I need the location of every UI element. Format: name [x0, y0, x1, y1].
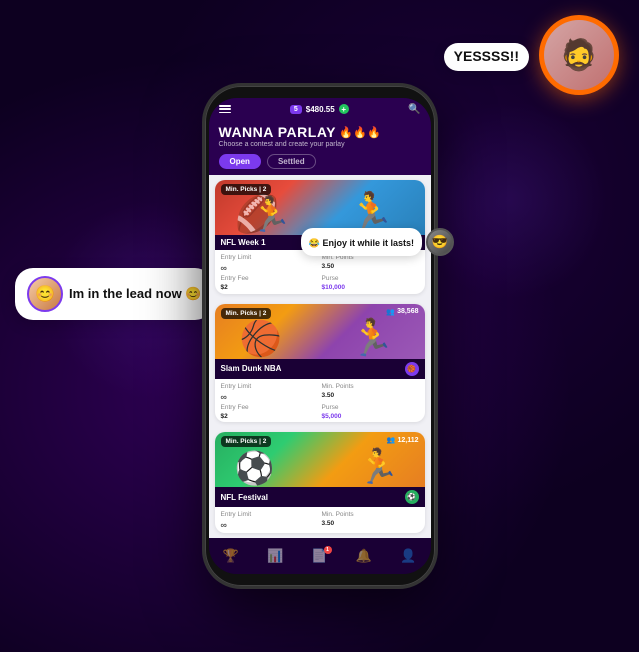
nav-trophy[interactable]: 🏆 — [223, 548, 239, 564]
card-label-3: Min. Picks | 2 — [221, 436, 272, 447]
chat-bubble-lead: 😊 Im in the lead now 😊 — [15, 268, 213, 320]
trophy-icon: 🏆 — [223, 548, 239, 564]
notifications-icon: 🔔 — [356, 548, 372, 564]
enjoy-bubble: 😂 Enjoy it while it lasts! — [301, 228, 422, 256]
yessss-bubble: YESSSS!! — [444, 43, 529, 71]
nav-notifications[interactable]: 🔔 — [356, 548, 372, 564]
app-title: WANNA PARLAY 🔥🔥🔥 — [219, 124, 421, 140]
filter-tabs: Open Settled — [209, 154, 431, 175]
profile-icon: 👤 — [400, 548, 416, 564]
card-image-festival: ⚽ 🏃 Min. Picks | 2 👥 12,112 — [215, 432, 425, 487]
card-label-1: Min. Picks | 2 — [221, 184, 272, 195]
chat-avatar-1: 😊 — [27, 276, 63, 312]
enjoy-bubble-text: 😂 Enjoy it while it lasts! — [309, 238, 414, 248]
contest-card-nba[interactable]: 🏀 🏃 Min. Picks | 2 👥 38,568 Slam Dunk NB… — [215, 304, 425, 423]
status-bar: 5 $480.55 + 🔍 — [209, 98, 431, 120]
app-subtitle: Choose a contest and create your parlay — [219, 141, 421, 148]
status-bar-center: 5 $480.55 + — [290, 104, 349, 114]
filter-open[interactable]: Open — [219, 154, 261, 169]
card-title-bar-3: NFL Festival ⚽ — [215, 487, 425, 507]
tickets-badge: 1 — [324, 546, 332, 554]
phone-wrapper: 5 $480.55 + 🔍 WANNA PARLAY 🔥🔥🔥 Choose a … — [205, 86, 435, 586]
card-label-2: Min. Picks | 2 — [221, 308, 272, 319]
hamburger-icon[interactable] — [219, 105, 231, 113]
contest-card-festival[interactable]: ⚽ 🏃 Min. Picks | 2 👥 12,112 NFL Festival… — [215, 432, 425, 533]
sport-icon-soccer: ⚽ — [405, 490, 419, 504]
card-title-bar-2: Slam Dunk NBA 🏀 — [215, 359, 425, 379]
sport-icon-nba: 🏀 — [405, 362, 419, 376]
enjoy-bubble-container: 😂 Enjoy it while it lasts! 😎 — [301, 228, 454, 256]
nav-profile[interactable]: 👤 — [400, 548, 416, 564]
nav-stats[interactable]: 📊 — [267, 548, 283, 564]
add-funds-button[interactable]: + — [339, 104, 349, 114]
card-details-1: Entry Limit Min. Points ∞ 3.50 Entry Fee… — [215, 250, 425, 294]
filter-settled[interactable]: Settled — [267, 154, 316, 169]
status-bar-left — [219, 105, 231, 113]
phone-screen: 5 $480.55 + 🔍 WANNA PARLAY 🔥🔥🔥 Choose a … — [209, 98, 431, 574]
nav-tickets[interactable]: 📄 1 — [311, 548, 327, 564]
card-details-3: Entry Limit Min. Points ∞ 3.50 — [215, 507, 425, 533]
big-avatar-ring: 🧔 — [539, 15, 619, 95]
search-icon[interactable]: 🔍 — [408, 104, 420, 115]
fire-emojis: 🔥🔥🔥 — [339, 126, 382, 139]
app-header: WANNA PARLAY 🔥🔥🔥 Choose a contest and cr… — [209, 120, 431, 154]
yessss-text: YESSSS!! — [454, 48, 519, 64]
balance-display: $480.55 — [306, 105, 335, 114]
card-details-2: Entry Limit Min. Points ∞ 3.50 Entry Fee… — [215, 379, 425, 423]
card-badge-players-3: 👥 12,112 — [387, 436, 419, 444]
phone-shell: 5 $480.55 + 🔍 WANNA PARLAY 🔥🔥🔥 Choose a … — [205, 86, 435, 586]
card-image-nba: 🏀 🏃 Min. Picks | 2 👥 38,568 — [215, 304, 425, 359]
chat-bubble-1-text: Im in the lead now 😊 — [69, 286, 201, 302]
stats-icon: 📊 — [267, 548, 283, 564]
big-avatar-face: 🧔 — [544, 20, 614, 90]
card-badge-players-2: 👥 38,568 — [386, 308, 418, 316]
big-avatar-container: YESSSS!! 🧔 — [539, 15, 619, 95]
ticket-badge: 5 — [290, 105, 302, 114]
enjoy-avatar: 😎 — [426, 228, 454, 256]
card-image-nfl: 🏈 🏃 🏃 Min. Picks | 2 — [215, 180, 425, 235]
bottom-nav: 🏆 📊 📄 1 🔔 👤 — [209, 538, 431, 574]
